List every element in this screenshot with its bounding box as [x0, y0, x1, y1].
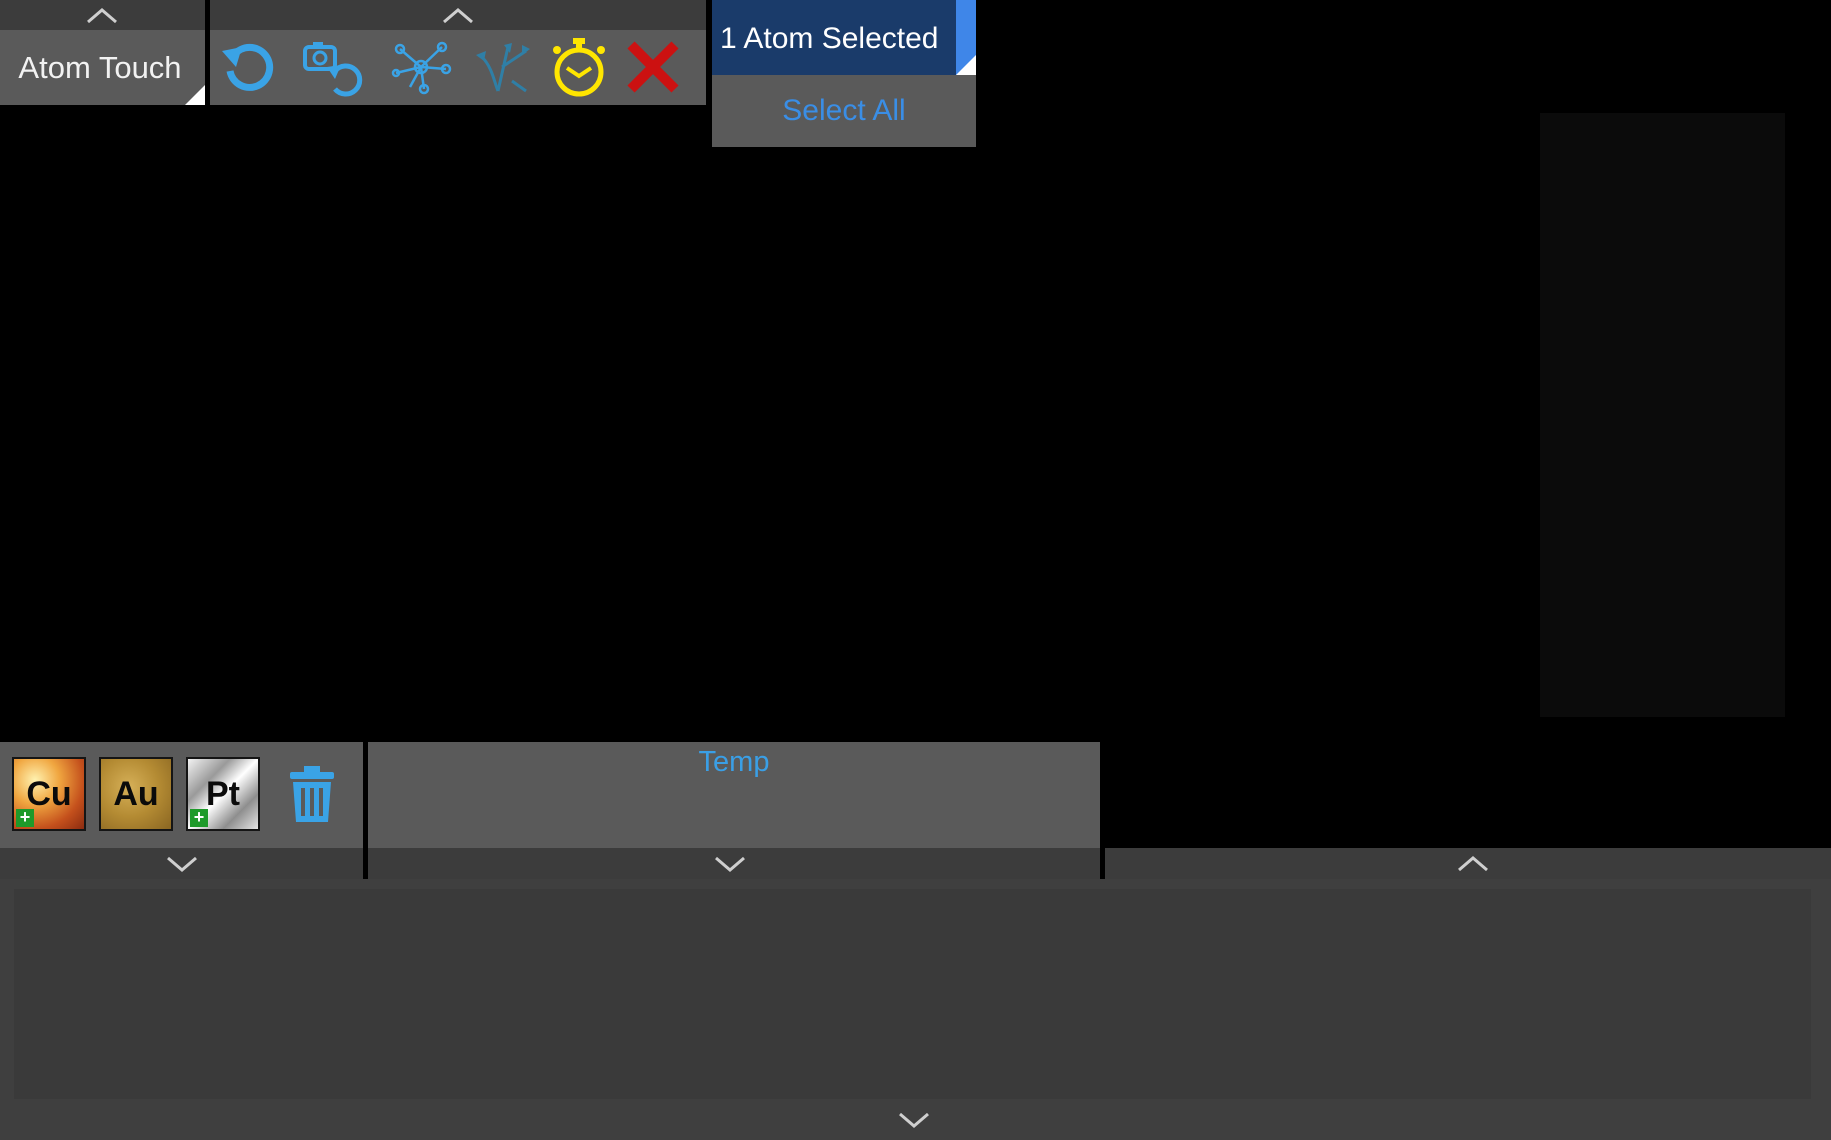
chevron-down-icon[interactable] [890, 1106, 938, 1132]
add-icon: + [16, 808, 34, 827]
palette-tab-strip [0, 848, 363, 879]
camera-reset-icon [301, 37, 365, 97]
bottom-content-area [14, 889, 1811, 1099]
chevron-down-icon[interactable] [706, 850, 754, 876]
temp-label: Temp [698, 746, 770, 778]
corner-indicator [956, 55, 976, 75]
chevron-up-icon[interactable] [78, 2, 126, 28]
select-all-button[interactable]: Select All [712, 75, 976, 147]
element-symbol: Au [113, 774, 159, 813]
molecule-network-icon [390, 37, 452, 97]
close-icon [623, 37, 683, 97]
chevron-down-icon[interactable] [158, 850, 206, 876]
arrows-move-button[interactable] [470, 34, 536, 100]
camera-reset-button[interactable] [300, 34, 366, 100]
add-icon: + [190, 808, 208, 827]
selection-count-label: 1 Atom Selected [720, 22, 939, 55]
arrows-move-icon [472, 37, 534, 97]
stopwatch-icon [549, 36, 609, 98]
reset-button[interactable] [215, 34, 281, 100]
element-symbol: Cu [26, 774, 72, 813]
app-tab-strip [0, 0, 205, 30]
chevron-up-icon[interactable] [1449, 850, 1497, 876]
side-panel [1540, 113, 1785, 717]
close-button[interactable] [620, 34, 686, 100]
toolbar-tab-strip [210, 0, 706, 30]
element-tile-cu[interactable]: Cu + [12, 757, 86, 831]
app-title: Atom Touch [18, 50, 182, 85]
molecule-network-button[interactable] [388, 34, 454, 100]
right-tab-strip [1105, 848, 1831, 879]
reset-icon [218, 37, 278, 97]
element-tile-au[interactable]: Au [99, 757, 173, 831]
trash-icon [282, 766, 342, 828]
element-tile-pt[interactable]: Pt + [186, 757, 260, 831]
delete-button[interactable] [282, 764, 342, 824]
stopwatch-button[interactable] [546, 34, 612, 100]
chevron-up-icon[interactable] [434, 2, 482, 28]
temp-tab-strip [368, 848, 1100, 879]
element-symbol: Pt [206, 774, 240, 813]
